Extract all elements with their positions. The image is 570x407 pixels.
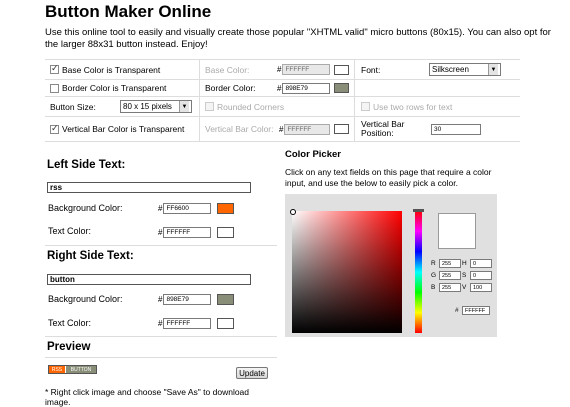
two-rows-checkbox[interactable] [361, 102, 370, 111]
border-color-label: Border Color: [205, 83, 256, 93]
border-color-cell: Border Color: # 898E79 [200, 80, 355, 97]
v-input[interactable]: 100 [470, 283, 492, 292]
left-text-color-swatch[interactable] [217, 227, 235, 238]
hue-slider[interactable] [415, 211, 422, 333]
hash-label: # [158, 319, 163, 328]
empty-cell [355, 80, 520, 97]
hash-label: # [158, 295, 163, 304]
button-size-label: Button Size: [50, 101, 96, 112]
left-side-heading: Left Side Text: [47, 159, 126, 171]
divider [45, 357, 277, 358]
base-transparent-checkbox[interactable] [50, 63, 59, 74]
save-note: * Right click image and choose "Save As"… [45, 387, 250, 407]
base-color-cell: Base Color: # FFFFFF [200, 60, 355, 80]
page-title: Button Maker Online [45, 2, 212, 21]
vertical-bar-color-label: Vertical Bar Color: [205, 124, 274, 134]
right-bg-input[interactable]: 898E79 [163, 294, 212, 305]
button-size-value: 80 x 15 pixels [123, 102, 172, 111]
preview-right-text: BUTTON [65, 366, 96, 373]
b-label: B [431, 284, 436, 291]
right-text-color-swatch[interactable] [217, 318, 235, 329]
dropdown-arrow-icon: ▼ [488, 64, 498, 75]
hash-label: # [277, 65, 282, 74]
vertical-bar-transparent-checkbox[interactable] [50, 123, 59, 134]
font-select[interactable]: Silkscreen ▼ [429, 63, 501, 76]
left-text-color-input[interactable]: FFFFFF [163, 227, 212, 238]
hash-label: # [279, 124, 284, 134]
options-table: Base Color is Transparent Base Color: # … [45, 59, 520, 142]
hash-label: # [455, 307, 459, 314]
left-bg-label: Background Color: [48, 203, 123, 213]
saturation-value-area[interactable] [292, 211, 402, 333]
left-bg-swatch[interactable] [217, 203, 235, 214]
vertical-bar-position-input[interactable]: 30 [431, 123, 481, 135]
hash-label: # [158, 204, 163, 213]
picked-color-swatch [438, 213, 476, 249]
g-label: G [431, 272, 437, 279]
right-side-heading: Right Side Text: [47, 250, 134, 262]
left-text-color-label: Text Color: [48, 226, 92, 236]
base-transparent-label: Base Color is Transparent [62, 64, 161, 75]
s-label: S [462, 272, 467, 279]
vertical-bar-transparent-cell: Vertical Bar Color is Transparent [45, 117, 200, 142]
button-size-cell: Button Size: 80 x 15 pixels ▼ [45, 97, 200, 117]
preview-heading: Preview [47, 341, 91, 353]
s-input[interactable]: 0 [470, 271, 492, 280]
base-color-swatch[interactable] [334, 64, 350, 75]
vertical-bar-color-cell: Vertical Bar Color: # FFFFFF [200, 117, 355, 142]
base-transparent-cell: Base Color is Transparent [45, 60, 200, 80]
border-transparent-cell: Border Color is Transparent [45, 80, 200, 97]
font-cell: Font: Silkscreen ▼ [355, 60, 520, 80]
right-text-input[interactable]: button [47, 274, 251, 285]
font-label: Font: [361, 64, 381, 75]
r-label: R [431, 260, 436, 267]
base-color-input[interactable]: FFFFFF [282, 64, 331, 75]
vertical-bar-color-input[interactable]: FFFFFF [284, 123, 331, 135]
dropdown-arrow-icon: ▼ [179, 101, 189, 112]
button-size-select[interactable]: 80 x 15 pixels ▼ [120, 100, 192, 113]
divider [45, 245, 277, 246]
vertical-bar-color-swatch[interactable] [334, 124, 350, 134]
border-color-input[interactable]: 898E79 [282, 82, 331, 94]
right-text-color-input[interactable]: FFFFFF [163, 318, 212, 329]
right-bg-swatch[interactable] [217, 294, 235, 305]
g-input[interactable]: 255 [439, 271, 461, 280]
button-preview-image: RSS BUTTON [48, 365, 97, 374]
border-transparent-label: Border Color is Transparent [62, 83, 167, 93]
hash-label: # [277, 83, 282, 93]
r-input[interactable]: 255 [439, 259, 461, 268]
two-rows-cell: Use two rows for text [355, 97, 520, 117]
border-transparent-checkbox[interactable] [50, 83, 59, 93]
rounded-corners-checkbox[interactable] [205, 102, 214, 111]
right-text-color-label: Text Color: [48, 318, 92, 328]
font-select-value: Silkscreen [432, 65, 469, 74]
divider [45, 336, 277, 337]
color-picker-heading: Color Picker [285, 149, 341, 160]
update-button[interactable]: Update [236, 367, 268, 379]
h-input[interactable]: 0 [470, 259, 492, 268]
v-label: V [462, 284, 467, 291]
rounded-corners-label: Rounded Corners [217, 101, 285, 112]
vertical-bar-transparent-label: Vertical Bar Color is Transparent [62, 124, 185, 134]
vertical-bar-position-label: Vertical Bar Position: [361, 119, 405, 138]
hue-slider-handle[interactable] [413, 209, 424, 212]
rounded-corners-cell: Rounded Corners [200, 97, 355, 117]
h-label: H [462, 260, 467, 267]
intro-text: Use this online tool to easily and visua… [45, 27, 551, 50]
vertical-bar-position-cell: Vertical Bar Position: 30 [355, 117, 520, 142]
hash-label: # [158, 228, 163, 237]
left-bg-input[interactable]: FF6600 [163, 203, 212, 214]
preview-left-text: RSS [49, 366, 65, 373]
left-text-input[interactable]: rss [47, 182, 251, 193]
b-input[interactable]: 255 [439, 283, 461, 292]
picker-cursor-icon[interactable] [290, 209, 296, 215]
border-color-swatch[interactable] [334, 83, 350, 93]
color-picker-description: Click on any text fields on this page th… [285, 167, 492, 188]
hex-input[interactable]: FFFFFF [462, 306, 490, 315]
base-color-label: Base Color: [205, 64, 250, 75]
two-rows-label: Use two rows for text [373, 101, 453, 112]
right-bg-label: Background Color: [48, 294, 123, 304]
